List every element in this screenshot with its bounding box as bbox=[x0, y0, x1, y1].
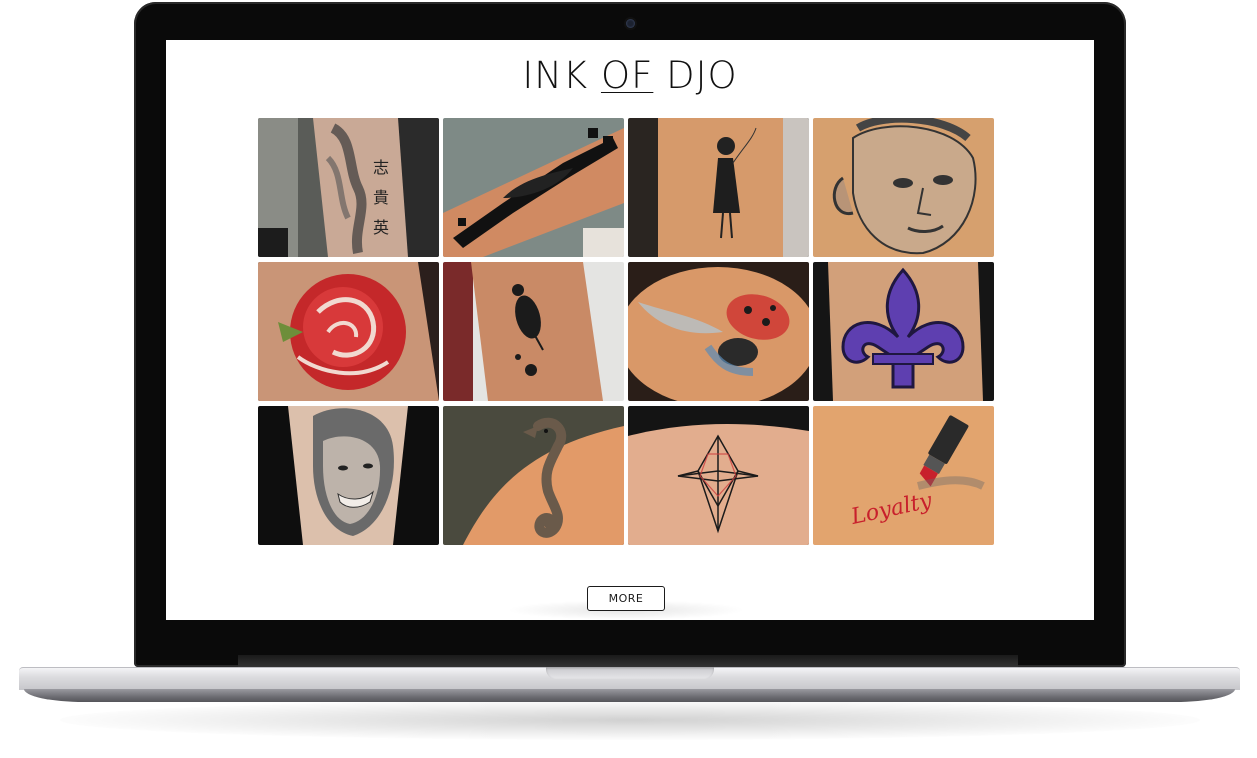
gallery-tile[interactable] bbox=[628, 118, 809, 257]
portrait-tattoo-image bbox=[258, 406, 439, 545]
gallery-tile[interactable] bbox=[628, 406, 809, 545]
logo-text-ink: INK bbox=[522, 54, 601, 97]
rose-tattoo-image bbox=[258, 262, 439, 401]
geometric-tattoo-image bbox=[628, 406, 809, 545]
tribal-tattoo-image bbox=[443, 118, 624, 257]
laptop-trackpad-notch bbox=[546, 667, 714, 679]
girl-balloon-tattoo-image bbox=[628, 118, 809, 257]
webcam-icon bbox=[626, 19, 635, 28]
more-button[interactable]: MORE bbox=[587, 586, 665, 611]
more-button-wrapper: MORE bbox=[587, 586, 667, 613]
ladybug-tattoo-image bbox=[628, 262, 809, 401]
gallery-tile[interactable] bbox=[813, 118, 994, 257]
svg-text:英: 英 bbox=[373, 218, 389, 237]
logo-text-djo: DJO bbox=[653, 54, 738, 97]
gallery-tile[interactable] bbox=[443, 262, 624, 401]
gallery-tile[interactable]: 志 貴 英 bbox=[258, 118, 439, 257]
statue-face-tattoo-image bbox=[813, 118, 994, 257]
samurai-tattoo-image: 志 貴 英 bbox=[258, 118, 439, 257]
laptop-shadow bbox=[60, 700, 1200, 740]
gallery-tile[interactable] bbox=[628, 262, 809, 401]
gallery-tile[interactable] bbox=[443, 406, 624, 545]
seahorse-tattoo-image bbox=[443, 406, 624, 545]
gallery-tile[interactable]: Loyalty bbox=[813, 406, 994, 545]
svg-text:志: 志 bbox=[373, 158, 389, 177]
gallery-tile[interactable] bbox=[258, 262, 439, 401]
svg-text:貴: 貴 bbox=[373, 188, 389, 207]
bird-tattoo-image bbox=[443, 262, 624, 401]
gallery-tile[interactable] bbox=[813, 262, 994, 401]
laptop-screen: INK OF DJO 志 貴 英 Loyalty MORE bbox=[166, 40, 1094, 620]
laptop-hinge bbox=[238, 655, 1018, 667]
fleur-de-lis-tattoo-image bbox=[813, 262, 994, 401]
laptop-base-edge bbox=[24, 689, 1235, 702]
logo-text-of: OF bbox=[600, 54, 654, 97]
site-logo[interactable]: INK OF DJO bbox=[166, 54, 1094, 97]
gallery-tile[interactable] bbox=[443, 118, 624, 257]
gallery-tile[interactable] bbox=[258, 406, 439, 545]
lipstick-tattoo-image: Loyalty bbox=[813, 406, 994, 545]
tattoo-gallery: 志 貴 英 Loyalty bbox=[258, 118, 998, 545]
